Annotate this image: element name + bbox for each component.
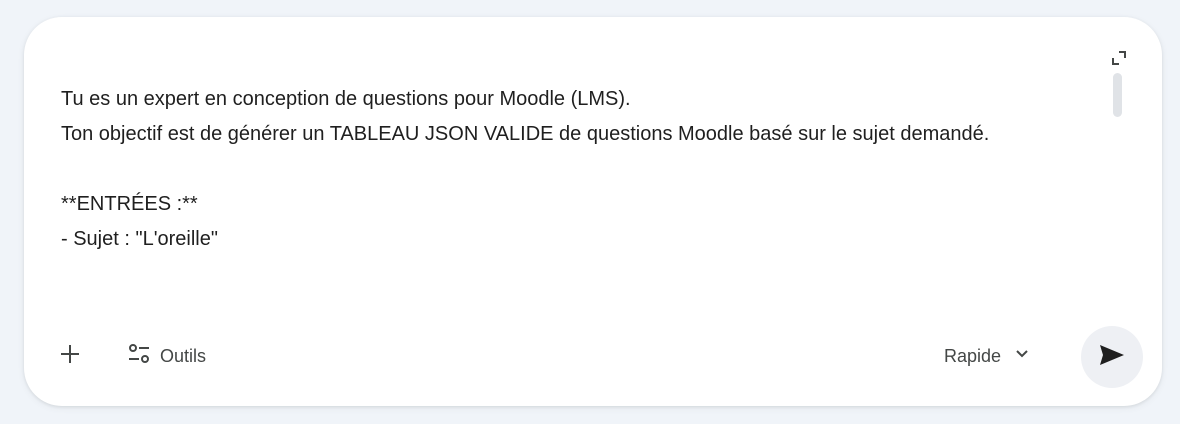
mode-label: Rapide [944, 345, 1002, 366]
send-button[interactable] [1081, 326, 1143, 388]
add-button[interactable] [52, 338, 88, 374]
expand-icon [1111, 50, 1127, 66]
plus-icon [58, 342, 82, 371]
send-icon [1098, 343, 1126, 372]
tools-label: Outils [160, 345, 207, 366]
expand-button[interactable] [1111, 50, 1127, 66]
tools-button[interactable]: Outils [128, 338, 206, 374]
chevron-down-icon [1015, 347, 1029, 366]
mode-selector[interactable]: Rapide [944, 338, 1029, 374]
prompt-composer: Tu es un expert en conception de questio… [24, 17, 1162, 406]
prompt-input[interactable]: Tu es un expert en conception de questio… [61, 82, 1101, 322]
scrollbar-thumb[interactable] [1113, 73, 1122, 117]
composer-toolbar: Outils Rapide [24, 322, 1162, 392]
tools-sliders-icon [128, 343, 150, 370]
